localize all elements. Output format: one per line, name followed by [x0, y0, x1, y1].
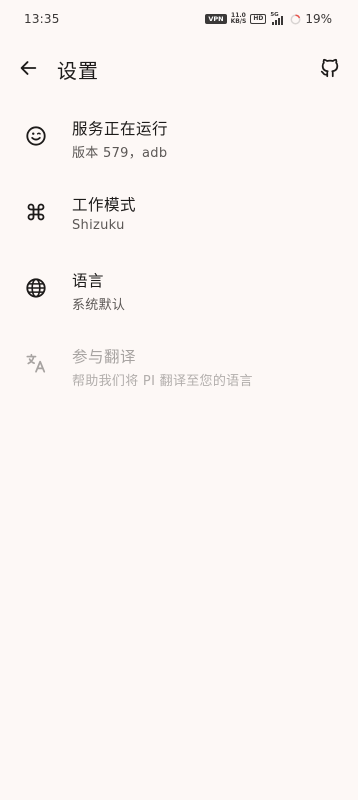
globe-icon	[24, 276, 48, 300]
status-bar: 13:35 VPN 11.0 KB/S HD 5G 19%	[0, 0, 358, 40]
setting-title: 工作模式	[72, 196, 137, 214]
status-time: 13:35	[24, 12, 60, 26]
smiley-icon	[24, 124, 48, 148]
setting-translate[interactable]: 参与翻译 帮助我们将 PI 翻译至您的语言	[0, 327, 358, 403]
setting-subtitle: 帮助我们将 PI 翻译至您的语言	[72, 374, 253, 389]
status-icons: VPN 11.0 KB/S HD 5G 19%	[205, 11, 332, 27]
setting-work-mode[interactable]: 工作模式 Shizuku	[0, 175, 358, 251]
setting-subtitle: Shizuku	[72, 218, 125, 233]
setting-subtitle: 版本 579，adb	[72, 146, 168, 161]
setting-title: 服务正在运行	[72, 120, 169, 138]
battery-percent: 19%	[305, 12, 332, 26]
arrow-back-icon	[20, 61, 37, 75]
vpn-icon: VPN	[205, 14, 227, 24]
page-title: 设置	[57, 59, 99, 83]
network-speed: 11.0 KB/S	[231, 13, 247, 25]
setting-title: 参与翻译	[72, 348, 137, 366]
battery-icon	[290, 14, 301, 24]
github-button[interactable]	[316, 54, 344, 82]
back-button[interactable]	[14, 54, 42, 82]
hd-voice-icon: HD	[250, 14, 267, 24]
setting-service-status[interactable]: 服务正在运行 版本 579，adb	[0, 99, 358, 175]
translate-icon	[24, 351, 48, 375]
command-icon	[24, 200, 48, 224]
github-icon	[320, 58, 339, 78]
setting-subtitle: 系统默认	[72, 298, 126, 313]
setting-title: 语言	[72, 272, 105, 290]
app-bar: 设置	[0, 48, 358, 88]
network-speed-unit: KB/S	[230, 18, 247, 25]
signal-icon: 5G	[270, 12, 286, 25]
setting-language[interactable]: 语言 系统默认	[0, 251, 358, 327]
